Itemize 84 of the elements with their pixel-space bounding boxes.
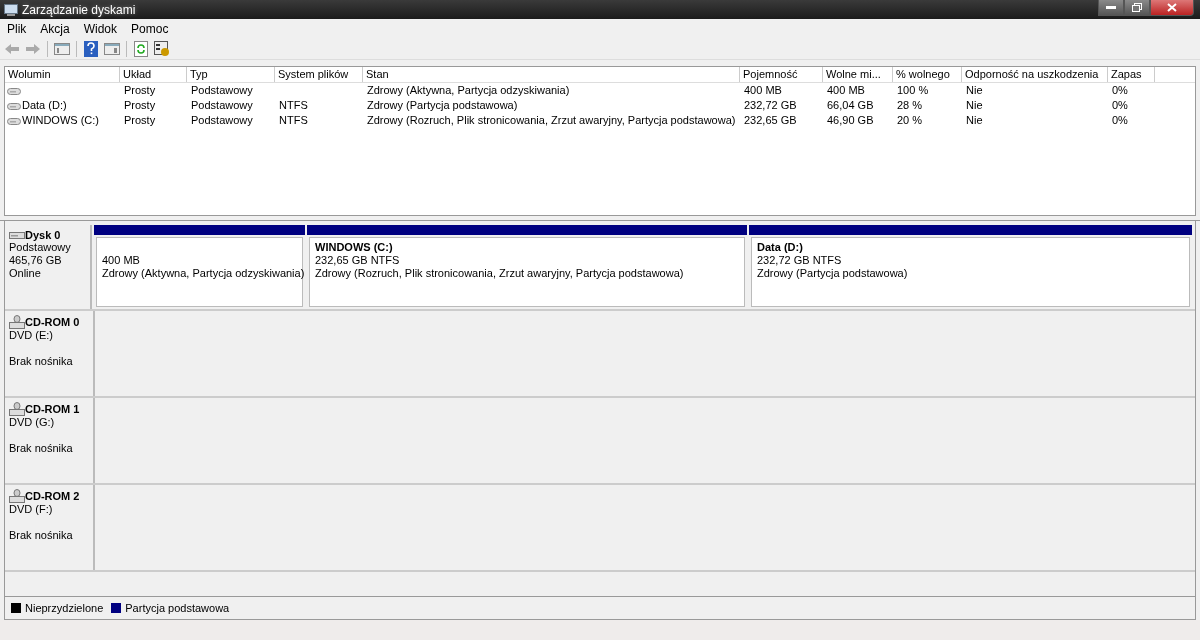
column-header[interactable]: System plików — [275, 67, 363, 82]
disk-name: Dysk 0 — [25, 229, 61, 241]
column-header[interactable]: Pojemność — [740, 67, 823, 82]
partition-status: Zdrowy (Partycja podstawowa) — [757, 267, 908, 279]
drive-icon — [7, 115, 21, 126]
menu-item[interactable]: Pomoc — [124, 21, 176, 36]
table-cell: Podstawowy — [191, 114, 253, 126]
table-cell: 20 % — [897, 114, 923, 126]
minimize-icon — [1106, 6, 1116, 9]
table-cell: 28 % — [897, 99, 923, 111]
table-cell: Zdrowy (Rozruch, Plik stronicowania, Zrzut awaryjny, Partycja podstawowa) — [367, 114, 736, 126]
table-cell: Nie — [966, 114, 983, 126]
table-cell: 400 MB — [744, 84, 782, 96]
column-header[interactable]: Wolne mi... — [823, 67, 893, 82]
disk-name: CD-ROM 0 — [25, 316, 80, 328]
restore-icon — [1132, 3, 1142, 12]
menu-item[interactable]: Akcja — [33, 21, 77, 36]
menu-item[interactable]: Widok — [76, 21, 125, 36]
close-icon — [1167, 3, 1177, 12]
partition-status: Zdrowy (Rozruch, Plik stronicowania, Zrzut awaryjny, Partycja podstawowa) — [315, 267, 684, 279]
disk-detail: 465,76 GB — [9, 254, 62, 266]
partition-status: Zdrowy (Aktywna, Partycja odzyskiwania) — [102, 267, 305, 279]
partition-block[interactable]: 400 MB Zdrowy (Aktywna, Partycja odzyskiwania) — [96, 237, 303, 307]
column-header[interactable]: Stan — [363, 67, 740, 82]
table-cell: Podstawowy — [191, 99, 253, 111]
app-icon — [4, 3, 18, 16]
disk-detail: Podstawowy — [9, 241, 71, 253]
table-cell: 0% — [1112, 114, 1128, 126]
drive-icon — [7, 85, 21, 96]
table-cell: 46,90 GB — [827, 114, 874, 126]
partition-block[interactable]: Data (D:) 232,72 GB NTFS Zdrowy (Partycja podstawowa) — [751, 237, 1190, 307]
menu-item[interactable]: Plik — [0, 21, 34, 36]
table-cell: Prosty — [124, 84, 156, 96]
maximize-button[interactable] — [1124, 0, 1150, 16]
table-cell: 232,72 GB — [744, 99, 797, 111]
table-cell: Zdrowy (Aktywna, Partycja odzyskiwania) — [367, 84, 570, 96]
table-cell: 400 MB — [827, 84, 865, 96]
partition-name: Data (D:) — [757, 241, 803, 253]
column-header[interactable]: % wolnego — [893, 67, 962, 82]
table-cell: Prosty — [124, 99, 156, 111]
disk-detail: DVD (E:) — [9, 329, 53, 341]
legend-label: Partycja podstawowa — [125, 602, 230, 614]
table-cell: Podstawowy — [191, 84, 253, 96]
drive-icon — [7, 100, 21, 111]
disk-detail: Brak nośnika — [9, 529, 73, 541]
close-button[interactable] — [1150, 0, 1194, 16]
disk-name: CD-ROM 1 — [25, 403, 80, 415]
column-header[interactable]: Wolumin — [5, 67, 120, 82]
table-cell: Nie — [966, 99, 983, 111]
table-cell: WINDOWS (C:) — [22, 113, 99, 128]
partition-size: 400 MB — [102, 254, 140, 266]
optical-drive-icon — [9, 402, 25, 416]
optical-drive-icon — [9, 489, 25, 503]
column-header[interactable]: Typ — [187, 67, 275, 82]
partition-name: WINDOWS (C:) — [315, 241, 393, 253]
table-cell: NTFS — [279, 114, 308, 126]
disk-detail: Brak nośnika — [9, 442, 73, 454]
disk-detail: Online — [9, 267, 41, 279]
optical-drive-icon — [9, 315, 25, 329]
table-cell: NTFS — [279, 99, 308, 111]
disk-detail: DVD (F:) — [9, 503, 53, 515]
column-header[interactable]: Układ — [120, 67, 187, 82]
partition-size: 232,65 GB NTFS — [315, 254, 400, 266]
disk-detail: DVD (G:) — [9, 416, 55, 428]
table-cell: 0% — [1112, 84, 1128, 96]
window-title: Zarządzanie dyskami — [22, 2, 137, 17]
help-button[interactable] — [82, 39, 100, 58]
table-cell: 232,65 GB — [744, 114, 797, 126]
minimize-button[interactable] — [1098, 0, 1124, 16]
partition-block[interactable]: WINDOWS (C:) 232,65 GB NTFS Zdrowy (Rozruch, Plik stronicowania, Zrzut awaryjny, Partycja podstawowa) — [309, 237, 745, 307]
table-cell: Prosty — [124, 114, 156, 126]
column-header[interactable]: Odporność na uszkodzenia — [962, 67, 1108, 82]
disk-name: CD-ROM 2 — [25, 490, 80, 502]
disk-detail: Brak nośnika — [9, 355, 73, 367]
table-cell: 66,04 GB — [827, 99, 874, 111]
table-cell: 0% — [1112, 99, 1128, 111]
legend-label: Nieprzydzielone — [25, 602, 104, 614]
properties-button[interactable] — [153, 39, 171, 58]
table-cell: 100 % — [897, 84, 929, 96]
table-cell: Zdrowy (Partycja podstawowa) — [367, 99, 518, 111]
table-cell: Nie — [966, 84, 983, 96]
column-header[interactable]: Zapas — [1108, 67, 1155, 82]
partition-size: 232,72 GB NTFS — [757, 254, 842, 266]
table-cell: Data (D:) — [22, 98, 67, 113]
